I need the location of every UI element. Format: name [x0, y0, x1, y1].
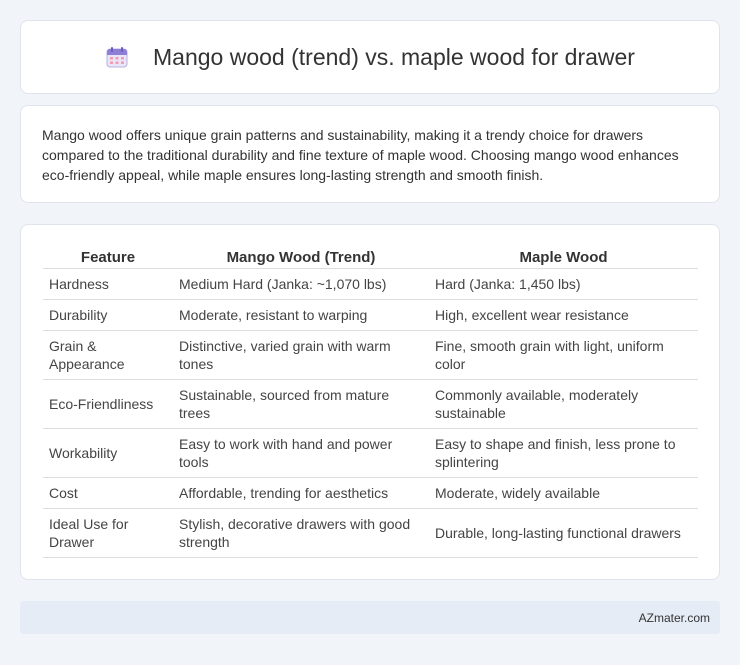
feature-cell: Hardness: [43, 269, 173, 300]
header-feature: Feature: [43, 245, 173, 269]
feature-cell: Workability: [43, 429, 173, 478]
mango-cell: Medium Hard (Janka: ~1,070 lbs): [173, 269, 429, 300]
table-header-row: Feature Mango Wood (Trend) Maple Wood: [43, 245, 698, 269]
maple-cell: Commonly available, moderately sustainab…: [429, 380, 698, 429]
maple-cell: Durable, long-lasting functional drawers: [429, 509, 698, 558]
mango-cell: Easy to work with hand and power tools: [173, 429, 429, 478]
feature-cell: Cost: [43, 478, 173, 509]
comparison-table-card: Feature Mango Wood (Trend) Maple Wood Ha…: [20, 224, 720, 580]
feature-cell: Grain & Appearance: [43, 331, 173, 380]
table-row: Cost Affordable, trending for aesthetics…: [43, 478, 698, 509]
footer-bar: AZmater.com: [20, 601, 720, 634]
mango-cell: Sustainable, sourced from mature trees: [173, 380, 429, 429]
page-title: Mango wood (trend) vs. maple wood for dr…: [153, 43, 635, 70]
footer-brand: AZmater.com: [638, 610, 710, 625]
feature-cell: Eco-Friendliness: [43, 380, 173, 429]
maple-cell: Fine, smooth grain with light, uniform c…: [429, 331, 698, 380]
header-maple-wood: Maple Wood: [429, 245, 698, 269]
mango-cell: Moderate, resistant to warping: [173, 300, 429, 331]
mango-cell: Stylish, decorative drawers with good st…: [173, 509, 429, 558]
header-mango-wood: Mango Wood (Trend): [173, 245, 429, 269]
mango-cell: Distinctive, varied grain with warm tone…: [173, 331, 429, 380]
table-row: Durability Moderate, resistant to warpin…: [43, 300, 698, 331]
calendar-icon: [105, 45, 129, 69]
table-row: Hardness Medium Hard (Janka: ~1,070 lbs)…: [43, 269, 698, 300]
feature-cell: Durability: [43, 300, 173, 331]
mango-cell: Affordable, trending for aesthetics: [173, 478, 429, 509]
maple-cell: Hard (Janka: 1,450 lbs): [429, 269, 698, 300]
maple-cell: High, excellent wear resistance: [429, 300, 698, 331]
description-text: Mango wood offers unique grain patterns …: [42, 127, 679, 183]
table-row: Eco-Friendliness Sustainable, sourced fr…: [43, 380, 698, 429]
table-row: Workability Easy to work with hand and p…: [43, 429, 698, 478]
maple-cell: Moderate, widely available: [429, 478, 698, 509]
feature-cell: Ideal Use for Drawer: [43, 509, 173, 558]
comparison-table: Feature Mango Wood (Trend) Maple Wood Ha…: [43, 245, 698, 558]
table-row: Grain & Appearance Distinctive, varied g…: [43, 331, 698, 380]
title-card: Mango wood (trend) vs. maple wood for dr…: [20, 20, 720, 94]
description-card: Mango wood offers unique grain patterns …: [20, 105, 720, 203]
maple-cell: Easy to shape and finish, less prone to …: [429, 429, 698, 478]
table-row: Ideal Use for Drawer Stylish, decorative…: [43, 509, 698, 558]
